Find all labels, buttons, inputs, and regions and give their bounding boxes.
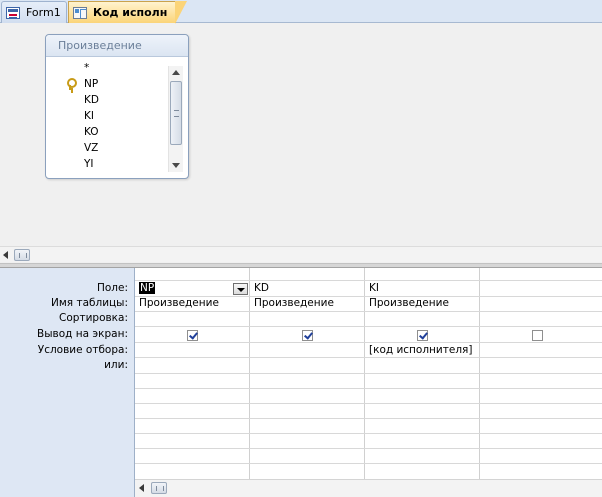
field-label: KI bbox=[84, 110, 94, 122]
scroll-up-arrow-icon[interactable] bbox=[172, 70, 180, 75]
field-label: YI bbox=[84, 158, 94, 170]
field-label: KO bbox=[84, 126, 99, 138]
grid-row-line bbox=[135, 463, 602, 464]
scroll-down-arrow-icon[interactable] bbox=[172, 163, 180, 168]
grid-row-line bbox=[135, 373, 602, 374]
grid-row-line bbox=[135, 311, 602, 312]
grid-row-line bbox=[135, 357, 602, 358]
tab-form1-label: Form1 bbox=[26, 6, 61, 19]
show-checkbox-2[interactable] bbox=[302, 330, 313, 341]
field-dropdown-chevron-down-icon[interactable] bbox=[233, 283, 248, 295]
row-label-sort: Сортировка: bbox=[59, 312, 128, 324]
field-item-yi[interactable]: YI bbox=[56, 156, 169, 172]
row-label-show: Вывод на экран: bbox=[37, 328, 128, 340]
grid-cell-table-1[interactable]: Произведение bbox=[135, 297, 219, 309]
field-list: * NP KD KI KO VZ YI bbox=[56, 60, 169, 172]
grid-row-line bbox=[135, 433, 602, 434]
grid-cell-table-3[interactable]: Произведение bbox=[365, 297, 449, 309]
form-icon bbox=[6, 6, 20, 19]
scrollbar-thumb[interactable] bbox=[170, 81, 182, 145]
grid-row-line bbox=[135, 388, 602, 389]
scrollbar-thumb[interactable] bbox=[151, 482, 167, 494]
field-item-ki[interactable]: KI bbox=[56, 108, 169, 124]
tab-query-kod-ispoln[interactable]: Код исполн bbox=[68, 1, 187, 24]
upper-pane-horizontal-scrollbar[interactable] bbox=[0, 246, 602, 262]
scroll-left-arrow-icon[interactable] bbox=[139, 484, 144, 492]
grid-cell-table-2[interactable]: Произведение bbox=[250, 297, 334, 309]
field-label: NP bbox=[84, 78, 99, 90]
grid-row-line bbox=[135, 326, 602, 327]
grid-horizontal-scrollbar[interactable] bbox=[135, 479, 602, 497]
query-design-grid: Поле: Имя таблицы: Сортировка: Вывод на … bbox=[0, 268, 602, 497]
grid-cell-field-1[interactable]: NP bbox=[135, 282, 235, 294]
show-checkbox-3[interactable] bbox=[417, 330, 428, 341]
field-item-all[interactable]: * bbox=[56, 60, 169, 76]
grid-row-line bbox=[135, 418, 602, 419]
scrollbar-thumb[interactable] bbox=[14, 249, 30, 261]
row-label-table: Имя таблицы: bbox=[51, 297, 128, 309]
table-field-list-title[interactable]: Произведение bbox=[46, 35, 188, 57]
field-list-vertical-scrollbar[interactable] bbox=[168, 66, 183, 172]
field-label: VZ bbox=[84, 142, 99, 154]
field-item-np[interactable]: NP bbox=[56, 76, 169, 92]
field-label: KD bbox=[84, 94, 99, 106]
row-label-criteria: Условие отбора: bbox=[37, 344, 128, 356]
field-item-kd[interactable]: KD bbox=[56, 92, 169, 108]
query-icon bbox=[73, 6, 87, 19]
field-item-vz[interactable]: VZ bbox=[56, 140, 169, 156]
grid-row-line bbox=[135, 448, 602, 449]
show-checkbox-1[interactable] bbox=[187, 330, 198, 341]
tab-form1[interactable]: Form1 bbox=[1, 1, 67, 23]
grid-cell-field-2[interactable]: KD bbox=[250, 282, 269, 294]
field-value-selected: NP bbox=[139, 282, 156, 294]
grid-row-line bbox=[135, 342, 602, 343]
grid-row-line bbox=[135, 403, 602, 404]
document-tab-bar: Form1 Код исполн bbox=[0, 0, 602, 24]
grid-cell-field-3[interactable]: KI bbox=[365, 282, 379, 294]
table-field-list-proizvedenie[interactable]: Произведение * NP KD KI KO VZ YI bbox=[45, 34, 189, 179]
scroll-left-arrow-icon[interactable] bbox=[3, 251, 8, 259]
row-label-field: Поле: bbox=[96, 282, 128, 294]
grid-columns-area: NP Произведение KD Произведение KI Произ… bbox=[135, 268, 602, 479]
show-checkbox-4[interactable] bbox=[532, 330, 543, 341]
field-label: * bbox=[84, 62, 90, 74]
tab-query-label: Код исполн bbox=[93, 6, 168, 19]
grid-cell-criteria-3[interactable]: [код исполнителя] bbox=[365, 344, 472, 356]
row-label-or: или: bbox=[104, 359, 128, 371]
query-design-upper-pane[interactable]: Произведение * NP KD KI KO VZ YI bbox=[0, 24, 602, 246]
grid-row-headers: Поле: Имя таблицы: Сортировка: Вывод на … bbox=[0, 268, 135, 497]
grid-row-line bbox=[135, 280, 602, 281]
primary-key-icon bbox=[66, 78, 77, 90]
field-item-ko[interactable]: KO bbox=[56, 124, 169, 140]
